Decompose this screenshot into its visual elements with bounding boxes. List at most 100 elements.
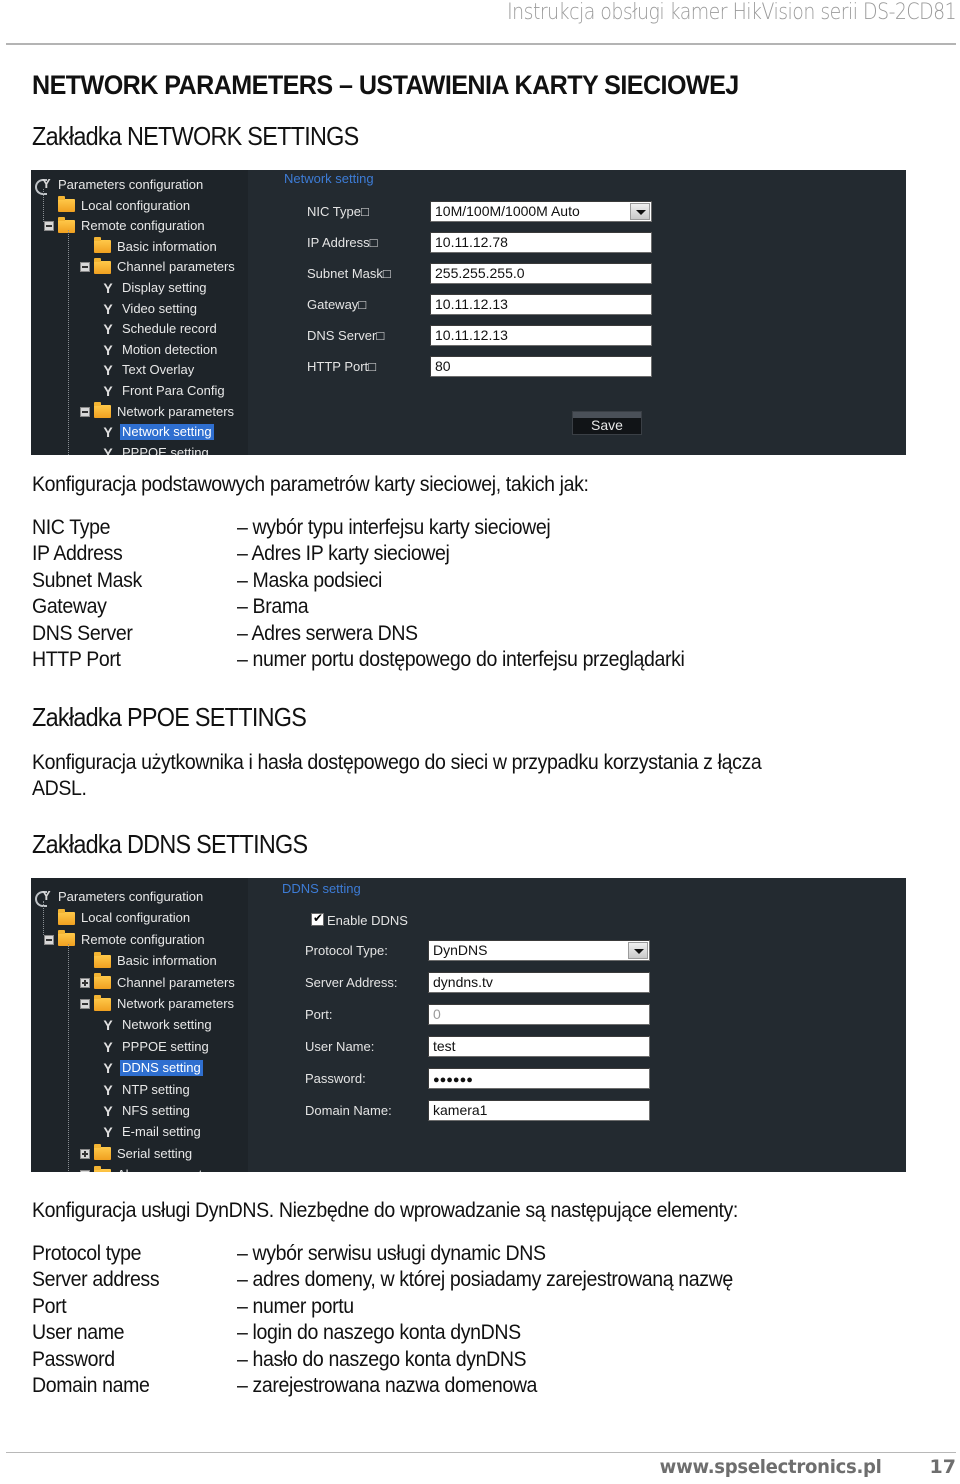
tree-item[interactable]: Y Front Para Config bbox=[101, 381, 227, 401]
tree-line bbox=[43, 189, 44, 222]
enable-ddns-label: Enable DDNS bbox=[327, 913, 408, 928]
input-server-address[interactable]: dyndns.tv bbox=[428, 972, 650, 993]
field-label: Domain Name: bbox=[305, 1103, 392, 1118]
tree-item[interactable]: Y E-mail setting bbox=[101, 1122, 203, 1142]
header-divider bbox=[6, 43, 956, 45]
tree-item[interactable]: Y Display setting bbox=[101, 278, 209, 298]
input-gateway[interactable]: 10.11.12.13 bbox=[430, 294, 652, 315]
tree-item[interactable]: Channel parameters bbox=[80, 973, 237, 993]
tree-item[interactable]: Basic information bbox=[94, 237, 219, 257]
collapse-icon[interactable] bbox=[80, 262, 90, 273]
collapse-icon[interactable] bbox=[44, 934, 54, 945]
definition-description: – hasło do naszego konta dynDNS bbox=[237, 1347, 527, 1371]
input-password[interactable]: ●●●●●● bbox=[428, 1068, 650, 1089]
tree-item[interactable]: Local configuration bbox=[58, 908, 192, 928]
tree-item[interactable]: Channel parameters bbox=[80, 257, 237, 277]
collapse-icon[interactable] bbox=[80, 406, 90, 417]
field-value: 10.11.12.13 bbox=[435, 296, 508, 312]
tree-item[interactable]: Y NTP setting bbox=[101, 1080, 192, 1100]
tree-line bbox=[68, 230, 69, 455]
tree-item-label: Alarm parameters bbox=[115, 1167, 222, 1172]
select-protocol-type[interactable]: DynDNS bbox=[428, 940, 650, 961]
field-value: ●●●●●● bbox=[433, 1074, 473, 1086]
tree-item-label: Display setting bbox=[122, 280, 207, 295]
tree-item[interactable]: Y NFS setting bbox=[101, 1101, 192, 1121]
tree-item[interactable]: Y Text Overlay bbox=[101, 360, 196, 380]
input-ip-address[interactable]: 10.11.12.78 bbox=[430, 232, 652, 253]
field-value: 10.11.12.78 bbox=[435, 234, 508, 250]
wrench-icon: Y bbox=[103, 444, 113, 455]
enable-ddns-checkbox[interactable] bbox=[311, 911, 324, 926]
tree-item-label: Remote configuration bbox=[81, 218, 205, 234]
tree-item-label: Remote configuration bbox=[81, 931, 205, 947]
tree-item[interactable]: Parameters configuration bbox=[35, 175, 205, 195]
network-definitions: NIC Type – wybór typu interfejsu karty si… bbox=[32, 516, 932, 674]
tree-item-label: Network setting bbox=[120, 424, 214, 441]
tree-item[interactable]: Y Video setting bbox=[101, 299, 199, 319]
tree-item[interactable]: Basic information bbox=[94, 951, 219, 971]
definition-term: Password bbox=[32, 1347, 115, 1371]
footer-divider bbox=[6, 1452, 956, 1453]
field-value: 0 bbox=[433, 1006, 441, 1022]
wrench-icon: Y bbox=[103, 1081, 113, 1098]
tree-item[interactable]: Y DDNS setting bbox=[101, 1058, 203, 1078]
folder-icon bbox=[94, 402, 111, 419]
panel-title: Network setting bbox=[284, 171, 374, 186]
input-domain-name[interactable]: kamera1 bbox=[428, 1100, 650, 1121]
tree-item[interactable]: Parameters configuration bbox=[35, 887, 205, 907]
folder-icon bbox=[94, 973, 111, 990]
save-button[interactable]: Save bbox=[572, 411, 642, 435]
expand-icon[interactable] bbox=[80, 977, 90, 988]
tree-item[interactable]: Y PPPOE setting bbox=[101, 1037, 211, 1057]
tree-item[interactable]: Network parameters bbox=[80, 994, 236, 1014]
definition-row: Subnet Mask – Maska podsieci bbox=[32, 569, 932, 595]
tree-item-label: Text Overlay bbox=[122, 362, 195, 378]
footer-website-link[interactable]: www.spselectronics.pl bbox=[660, 1456, 882, 1478]
tree-item[interactable]: Local configuration bbox=[58, 196, 192, 216]
field-label: DNS Server□ bbox=[307, 328, 385, 343]
collapse-icon[interactable] bbox=[80, 999, 90, 1009]
definition-row: Gateway – Brama bbox=[32, 595, 932, 621]
chevron-down-icon[interactable] bbox=[628, 942, 648, 959]
input-user-name[interactable]: test bbox=[428, 1036, 650, 1057]
network-settings-heading: Zakładka NETWORK SETTINGS bbox=[32, 121, 359, 151]
network-intro: Konfiguracja podstawowych parametrów kar… bbox=[32, 473, 589, 496]
ppoe-text-line1: Konfiguracja użytkownika i hasła dostępo… bbox=[32, 751, 762, 774]
definition-description: – Adres serwera DNS bbox=[237, 621, 418, 645]
definition-term: Subnet Mask bbox=[32, 568, 142, 592]
tree-item[interactable]: Y Schedule record bbox=[101, 319, 219, 339]
tree-item-label: Video setting bbox=[122, 300, 197, 316]
tree-item[interactable]: Serial setting bbox=[80, 1144, 194, 1164]
expand-icon[interactable] bbox=[80, 1170, 90, 1172]
select-nic-type[interactable]: 10M/100M/1000M Auto bbox=[430, 201, 652, 222]
tree-item[interactable]: Network parameters bbox=[80, 402, 236, 422]
tree-item[interactable]: Y Network setting bbox=[101, 422, 214, 442]
tree-item-label: Parameters configuration bbox=[58, 177, 204, 192]
definition-term: HTTP Port bbox=[32, 647, 121, 671]
chevron-down-icon[interactable] bbox=[630, 203, 650, 220]
expand-icon[interactable] bbox=[80, 1148, 90, 1159]
wrench-icon: Y bbox=[103, 1103, 113, 1119]
field-label: HTTP Port□ bbox=[307, 359, 377, 374]
config-tree: Parameters configuration Local configurat… bbox=[31, 170, 248, 455]
input-subnet-mask[interactable]: 255.255.255.0 bbox=[430, 263, 652, 284]
parameters-config-icon bbox=[35, 176, 53, 195]
tree-item[interactable]: Y PPPOE setting bbox=[101, 443, 211, 455]
field-value: dyndns.tv bbox=[433, 974, 493, 990]
input-http-port[interactable]: 80 bbox=[430, 356, 652, 377]
tree-item[interactable]: Alarm parameters bbox=[80, 1165, 222, 1172]
tree-item[interactable]: Y Motion detection bbox=[101, 340, 219, 360]
tree-line bbox=[43, 901, 44, 936]
input-dns-server[interactable]: 10.11.12.13 bbox=[430, 325, 652, 346]
tree-item[interactable]: Y Network setting bbox=[101, 1015, 214, 1035]
definition-description: – adres domeny, w której posiadamy zarej… bbox=[237, 1268, 733, 1292]
input-port[interactable]: 0 bbox=[428, 1004, 650, 1025]
tree-item-label: Basic information bbox=[117, 953, 217, 969]
wrench-icon: Y bbox=[103, 341, 113, 358]
folder-icon bbox=[94, 1165, 111, 1172]
wrench-icon: Y bbox=[103, 1124, 113, 1141]
panel-title: DDNS setting bbox=[282, 881, 361, 896]
definition-term: Domain name bbox=[32, 1373, 150, 1397]
collapse-icon[interactable] bbox=[44, 221, 54, 232]
definition-row: Domain name – zarejestrowana nazwa domeno… bbox=[32, 1374, 932, 1400]
